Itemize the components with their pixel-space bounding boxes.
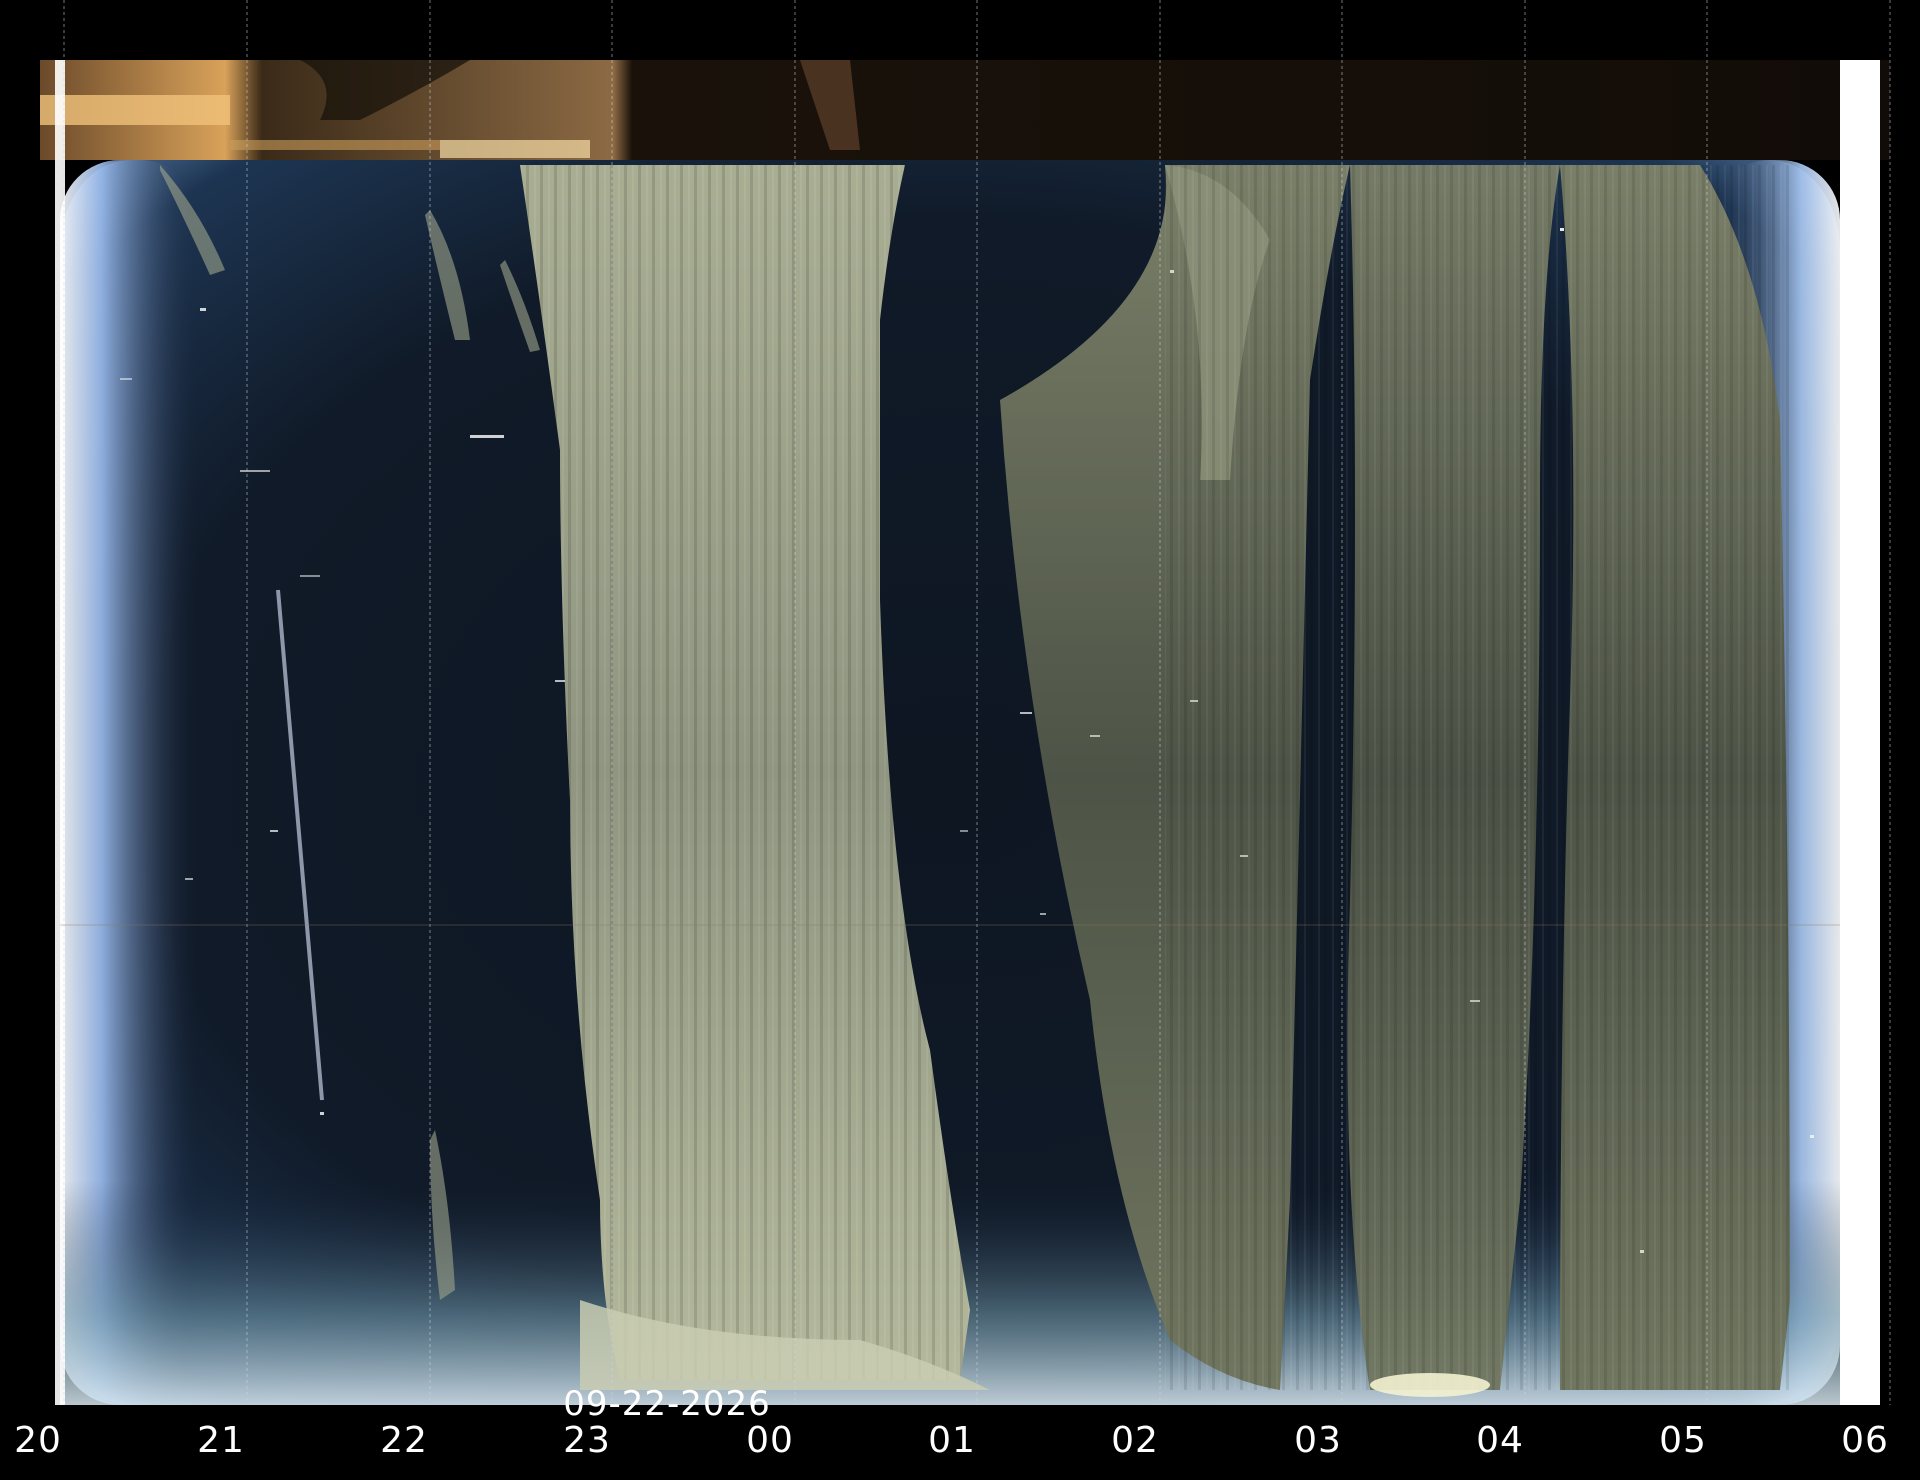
hour-label-21: 21	[197, 1420, 245, 1461]
hour-label-20: 20	[14, 1420, 62, 1461]
hour-label-23: 23	[563, 1420, 611, 1461]
hour-label-04: 04	[1476, 1420, 1524, 1461]
hour-label-22: 22	[380, 1420, 428, 1461]
top-twilight-strip	[40, 60, 1890, 160]
hour-label-02: 02	[1111, 1420, 1159, 1461]
hour-label-01: 01	[928, 1420, 976, 1461]
hour-label-06: 06	[1841, 1420, 1889, 1461]
hour-label-00: 00	[746, 1420, 794, 1461]
hour-label-05: 05	[1659, 1420, 1707, 1461]
hour-label-03: 03	[1294, 1420, 1342, 1461]
date-label: 09-22-2026	[563, 1384, 771, 1424]
keogram-image	[0, 0, 1920, 1480]
